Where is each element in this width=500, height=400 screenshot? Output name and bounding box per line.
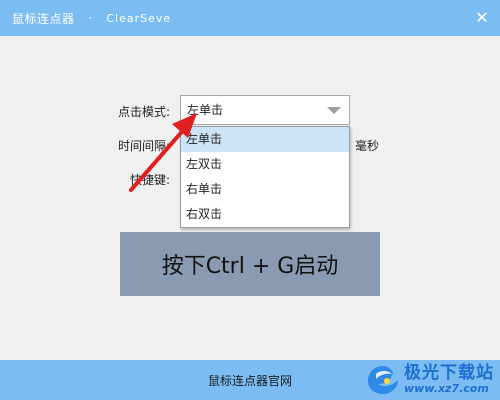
dropdown-option-left-single[interactable]: 左单击: [181, 127, 349, 152]
aurora-logo-icon: [368, 366, 398, 394]
chevron-down-icon: [327, 107, 341, 114]
title-separator: ·: [88, 11, 93, 25]
app-title: 鼠标连点器: [12, 11, 75, 26]
click-mode-dropdown: 左单击 左双击 右单击 右双击: [180, 126, 350, 228]
close-button[interactable]: ✕: [472, 8, 492, 28]
click-mode-select[interactable]: 左单击: [180, 95, 350, 125]
dropdown-option-right-double[interactable]: 右双击: [181, 202, 349, 227]
app-subtitle: ClearSeve: [106, 11, 172, 25]
title-bar: 鼠标连点器 · ClearSeve ✕: [0, 0, 500, 36]
watermark: 极光下载站 www.xz7.com: [366, 364, 494, 396]
interval-label: 时间间隔:: [118, 139, 171, 153]
dropdown-option-right-single[interactable]: 右单击: [181, 177, 349, 202]
start-button-label: 按下Ctrl + G启动: [161, 254, 339, 279]
click-mode-value: 左单击: [187, 103, 224, 117]
start-button[interactable]: 按下Ctrl + G启动: [120, 232, 380, 296]
click-mode-label: 点击模式:: [118, 105, 171, 119]
hotkey-label: 快捷键:: [130, 173, 171, 187]
interval-unit: 毫秒: [355, 139, 380, 153]
close-icon: ✕: [475, 8, 489, 27]
watermark-url: www.xz7.com: [404, 382, 489, 396]
watermark-brand: 极光下载站: [404, 363, 494, 384]
official-site-link[interactable]: 鼠标连点器官网: [208, 372, 292, 389]
dropdown-option-left-double[interactable]: 左双击: [181, 152, 349, 177]
